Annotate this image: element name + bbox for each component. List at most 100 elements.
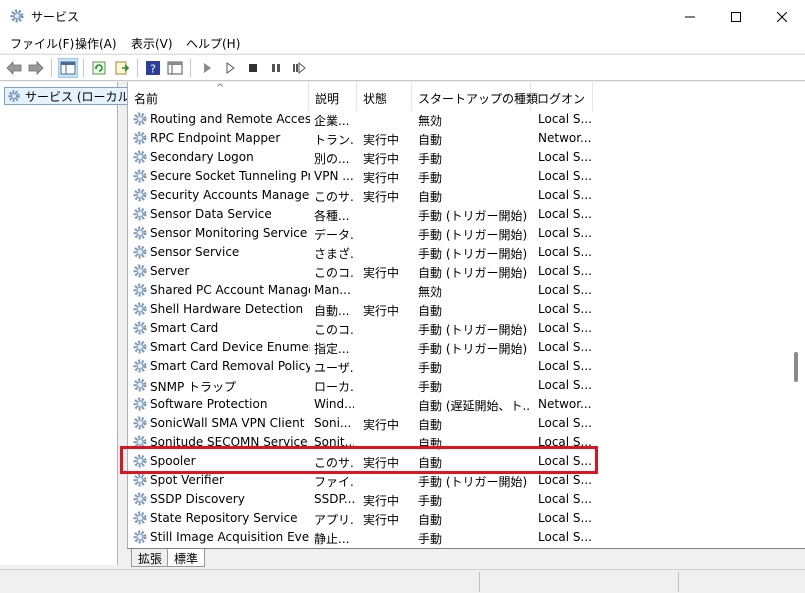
menu-action[interactable]: 操作(A) xyxy=(75,35,117,52)
help-icon: ? xyxy=(146,61,160,76)
service-row[interactable]: State Repository Service アプリ... 実行中 自動 Local… xyxy=(128,509,791,528)
tab-extended[interactable]: 拡張 xyxy=(131,549,169,567)
service-row[interactable]: Sensor Service さまざ... 手動 (トリガー開始) Local S..… xyxy=(128,243,791,262)
service-description: トラン... xyxy=(314,133,354,147)
service-gear-icon xyxy=(133,378,147,392)
service-logon: Local S... xyxy=(538,530,592,544)
service-row[interactable]: Routing and Remote Access 企業... 無効 Local S.… xyxy=(128,110,791,129)
service-row[interactable]: Spooler このサ... 実行中 自動 Local S... xyxy=(128,452,791,471)
service-row[interactable]: Secondary Logon 別の... 実行中 手動 Local S... xyxy=(128,148,791,167)
service-row[interactable]: Server このコ... 実行中 自動 (トリガー開始) Local S... xyxy=(128,262,791,281)
service-name: Security Accounts Manager xyxy=(150,188,310,202)
service-startup-type: 手動 (トリガー開始) xyxy=(418,247,528,261)
toolbar-separator xyxy=(190,59,191,77)
stop-service-button[interactable] xyxy=(243,58,263,78)
service-description: 各種... xyxy=(314,209,350,223)
minimize-button[interactable] xyxy=(667,0,713,33)
vertical-scrollbar[interactable] xyxy=(788,82,805,548)
service-row[interactable]: SSDP Discovery SSDP... 実行中 手動 Local S... xyxy=(128,490,791,509)
service-name: Spooler xyxy=(150,454,196,468)
service-row[interactable]: SonicWall SMA VPN Client Soni... 実行中 自動 Loca… xyxy=(128,414,791,433)
service-startup-type: 手動 xyxy=(418,171,443,185)
export-list-button[interactable] xyxy=(112,58,132,78)
service-logon: Local S... xyxy=(538,454,592,468)
menu-view[interactable]: 表示(V) xyxy=(131,35,173,52)
service-gear-icon xyxy=(133,302,147,316)
service-row[interactable]: SNMP トラップ ローカ... 手動 Local S... xyxy=(128,376,791,395)
service-row[interactable]: Shell Hardware Detection 自動... 実行中 自動 Local … xyxy=(128,300,791,319)
status-bar-separator xyxy=(479,572,480,592)
service-description: このサ... xyxy=(314,190,354,204)
play-outline-icon xyxy=(226,62,235,74)
service-logon: Local S... xyxy=(538,188,592,202)
toolbar-separator xyxy=(137,59,138,77)
service-startup-type: 手動 (トリガー開始) xyxy=(418,228,528,242)
service-logon: Local S... xyxy=(538,511,592,525)
column-header-startup-type[interactable]: スタートアップの種類 xyxy=(412,82,538,111)
service-row[interactable]: Secure Socket Tunneling Pr... VPN ... 実行中 手… xyxy=(128,167,791,186)
service-row[interactable]: Smart Card Removal Policy ユーザ... 手動 Local S… xyxy=(128,357,791,376)
service-startup-type: 自動 xyxy=(418,456,443,470)
service-status: 実行中 xyxy=(363,304,400,318)
service-gear-icon xyxy=(133,188,147,202)
service-startup-type: 自動 xyxy=(418,418,443,432)
service-row[interactable]: Smart Card このコ... 手動 (トリガー開始) Local S... xyxy=(128,319,791,338)
service-status: 実行中 xyxy=(363,190,400,204)
column-header-name[interactable]: ^ 名前 xyxy=(128,82,309,111)
column-header-row: ^ 名前 説明 状態 スタートアップの種類 ログオン xyxy=(128,82,805,111)
tree-item-services-local[interactable]: サービス (ローカル) xyxy=(4,87,140,105)
service-status: 実行中 xyxy=(363,513,400,527)
service-gear-icon xyxy=(133,473,147,487)
service-row[interactable]: Smart Card Device Enumera... 指定... 手動 (トリガ… xyxy=(128,338,791,357)
help-button[interactable]: ? xyxy=(143,58,163,78)
service-row[interactable]: Sensor Monitoring Service データ... 手動 (トリガー開… xyxy=(128,224,791,243)
back-button[interactable] xyxy=(4,58,24,78)
restart-service-button[interactable] xyxy=(289,58,309,78)
close-button[interactable] xyxy=(759,0,805,33)
service-description: ユーザ... xyxy=(314,361,354,375)
service-row[interactable]: Spot Verifier ファイ... 手動 (トリガー開始) Local S... xyxy=(128,471,791,490)
service-description: このコ... xyxy=(314,323,354,337)
column-header-description[interactable]: 説明 xyxy=(309,82,357,111)
service-name: Sonitude SECOMN Service xyxy=(150,435,308,449)
service-row[interactable]: Sonitude SECOMN Service Sonit... 自動 Local S… xyxy=(128,433,791,452)
title-bar: サービス xyxy=(0,0,805,33)
services-gear-icon xyxy=(10,9,24,23)
service-row[interactable]: Shared PC Account Manager Man... 無効 Local S… xyxy=(128,281,791,300)
service-row[interactable]: Still Image Acquisition Events 静止... 手動 Loc… xyxy=(128,528,791,547)
service-status: 実行中 xyxy=(363,133,400,147)
column-header-status[interactable]: 状態 xyxy=(357,82,412,111)
service-name: Server xyxy=(150,264,190,278)
pause-icon xyxy=(272,64,280,72)
service-row[interactable]: Sensor Data Service 各種... 手動 (トリガー開始) Local… xyxy=(128,205,791,224)
toolbar: ? xyxy=(0,54,805,81)
service-description: 自動... xyxy=(314,304,350,318)
start-service-alt-button[interactable] xyxy=(220,58,240,78)
menu-file[interactable]: ファイル(F) xyxy=(10,35,74,52)
service-name: Sensor Service xyxy=(150,245,240,259)
service-row[interactable]: RPC Endpoint Mapper トラン... 実行中 自動 Networ... xyxy=(128,129,791,148)
service-name: Still Image Acquisition Events xyxy=(150,530,310,544)
properties-button[interactable] xyxy=(165,58,185,78)
minimize-icon xyxy=(685,16,695,17)
forward-button[interactable] xyxy=(26,58,46,78)
service-startup-type: 手動 (トリガー開始) xyxy=(418,209,528,223)
service-logon: Local S... xyxy=(538,435,592,449)
services-gear-icon xyxy=(8,90,20,102)
column-header-logon[interactable]: ログオン xyxy=(531,82,593,111)
service-row[interactable]: Security Accounts Manager このサ... 実行中 自動 Loca… xyxy=(128,186,791,205)
menu-help[interactable]: ヘルプ(H) xyxy=(186,35,240,52)
refresh-button[interactable] xyxy=(89,58,109,78)
tab-standard[interactable]: 標準 xyxy=(167,549,206,567)
scrollbar-thumb[interactable] xyxy=(794,352,798,382)
service-startup-type: 自動 (トリガー開始) xyxy=(418,266,528,280)
service-status: 実行中 xyxy=(363,171,400,185)
start-service-button[interactable] xyxy=(197,58,217,78)
service-row[interactable]: Software Protection Wind... 自動 (遅延開始、ト... N… xyxy=(128,395,791,414)
maximize-button[interactable] xyxy=(713,0,759,33)
pause-service-button[interactable] xyxy=(266,58,286,78)
toolbar-separator xyxy=(83,59,84,77)
service-description: ローカ... xyxy=(314,380,354,394)
show-hide-console-tree-button[interactable] xyxy=(58,58,78,78)
service-description: 企業... xyxy=(314,114,350,128)
